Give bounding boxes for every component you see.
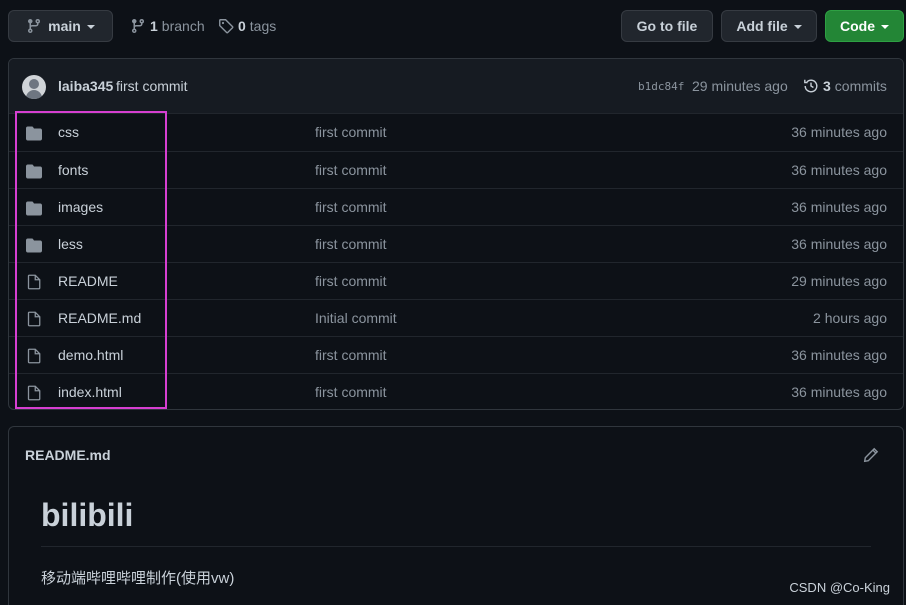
file-commit-message-link[interactable]: Initial commit	[315, 310, 397, 326]
commits-label: commits	[834, 78, 887, 94]
file-row[interactable]: README first commit 29 minutes ago	[9, 262, 903, 299]
commits-count: 3	[823, 78, 831, 94]
file-name-link[interactable]: README	[58, 273, 118, 289]
file-row[interactable]: css first commit 36 minutes ago	[9, 114, 903, 151]
readme-filename[interactable]: README.md	[25, 447, 111, 463]
file-row[interactable]: README.md Initial commit 2 hours ago	[9, 299, 903, 336]
file-commit-age: 29 minutes ago	[791, 273, 887, 289]
add-file-label: Add file	[736, 18, 788, 34]
file-commit-message-link[interactable]: first commit	[315, 273, 387, 289]
file-commit-message-link[interactable]: first commit	[315, 384, 387, 400]
file-list: css first commit 36 minutes ago fonts first …	[9, 114, 903, 409]
history-icon	[803, 78, 819, 94]
file-commit-age: 36 minutes ago	[791, 384, 887, 400]
file-commit-message-link[interactable]: first commit	[315, 124, 387, 140]
file-browser: laiba345 first commit b1dc84f 29 minutes…	[8, 58, 904, 410]
tag-icon	[218, 18, 234, 34]
file-commit-age: 36 minutes ago	[791, 236, 887, 252]
code-label: Code	[840, 18, 875, 34]
file-name-link[interactable]: demo.html	[58, 347, 123, 363]
file-name-link[interactable]: index.html	[58, 384, 122, 400]
divider	[41, 546, 871, 547]
readme-panel: README.md bilibili 移动端哔哩哔哩制作(使用vw)	[8, 426, 904, 605]
file-commit-message-link[interactable]: first commit	[315, 236, 387, 252]
watermark: CSDN @Co-King	[789, 580, 890, 595]
file-row[interactable]: images first commit 36 minutes ago	[9, 188, 903, 225]
file-row[interactable]: fonts first commit 36 minutes ago	[9, 151, 903, 188]
chevron-down-icon	[793, 25, 802, 29]
file-row[interactable]: demo.html first commit 36 minutes ago	[9, 336, 903, 373]
file-commit-message-link[interactable]: first commit	[315, 162, 387, 178]
commits-history-link[interactable]: 3 commits	[803, 78, 887, 94]
file-row[interactable]: index.html first commit 36 minutes ago	[9, 373, 903, 409]
file-icon	[26, 385, 42, 404]
folder-icon	[26, 163, 42, 182]
file-commit-message-link[interactable]: first commit	[315, 347, 387, 363]
commit-message-link[interactable]: first commit	[116, 78, 188, 94]
file-icon	[26, 274, 42, 293]
avatar[interactable]	[22, 75, 46, 99]
file-row[interactable]: less first commit 36 minutes ago	[9, 225, 903, 262]
latest-commit-bar: laiba345 first commit b1dc84f 29 minutes…	[9, 59, 903, 114]
file-commit-age: 36 minutes ago	[791, 199, 887, 215]
branches-count: 1	[150, 18, 158, 34]
commit-time: 29 minutes ago	[692, 78, 788, 94]
file-commit-age: 2 hours ago	[813, 310, 887, 326]
chevron-down-icon	[86, 25, 95, 29]
folder-icon	[26, 200, 42, 219]
repo-toolbar: main 1 branch 0 tags Go to file Add file…	[8, 10, 904, 42]
readme-heading: bilibili	[41, 497, 134, 533]
file-name-link[interactable]: fonts	[58, 162, 88, 178]
branch-select-button[interactable]: main	[8, 10, 113, 42]
branches-label: branch	[161, 18, 205, 34]
file-commit-age: 36 minutes ago	[791, 347, 887, 363]
commit-author-link[interactable]: laiba345	[58, 78, 113, 94]
file-icon	[26, 348, 42, 367]
folder-icon	[26, 125, 42, 144]
branch-icon	[130, 18, 146, 34]
file-commit-message-link[interactable]: first commit	[315, 199, 387, 215]
tags-label: tags	[249, 18, 277, 34]
tags-count: 0	[238, 18, 246, 34]
file-name-link[interactable]: css	[58, 124, 79, 140]
readme-paragraph: 移动端哔哩哔哩制作(使用vw)	[41, 570, 235, 587]
file-name-link[interactable]: less	[58, 236, 83, 252]
file-name-link[interactable]: README.md	[58, 310, 141, 326]
git-branch-icon	[26, 18, 42, 34]
file-icon	[26, 311, 42, 330]
tags-link[interactable]: 0 tags	[218, 10, 276, 42]
go-to-file-button[interactable]: Go to file	[621, 10, 713, 42]
branches-link[interactable]: 1 branch	[130, 10, 205, 42]
add-file-button[interactable]: Add file	[721, 10, 817, 42]
file-name-link[interactable]: images	[58, 199, 103, 215]
file-commit-age: 36 minutes ago	[791, 124, 887, 140]
folder-icon	[26, 237, 42, 256]
branch-name: main	[48, 18, 81, 34]
pencil-icon[interactable]	[863, 447, 879, 466]
code-button[interactable]: Code	[825, 10, 904, 42]
file-commit-age: 36 minutes ago	[791, 162, 887, 178]
commit-sha-link[interactable]: b1dc84f	[638, 80, 684, 93]
chevron-down-icon	[881, 25, 889, 29]
